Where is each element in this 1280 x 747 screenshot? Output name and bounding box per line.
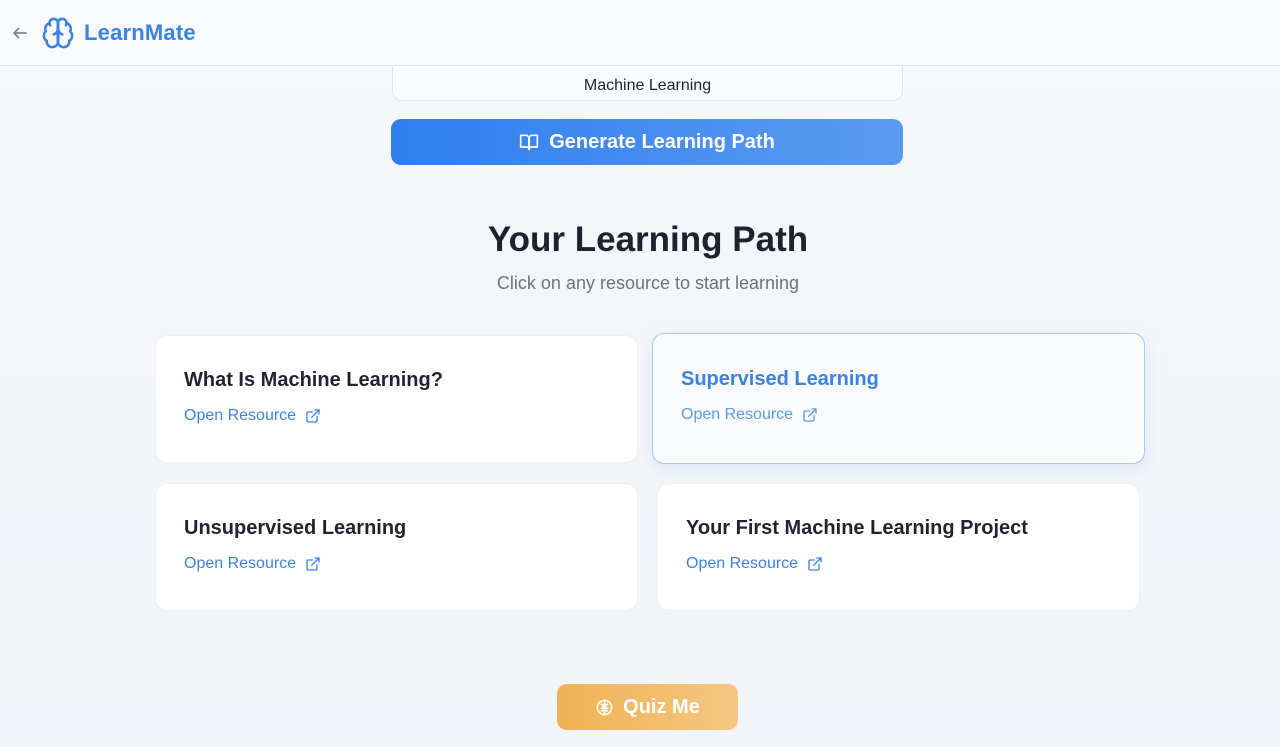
book-open-icon [520, 134, 539, 151]
open-resource-label: Open Resource [184, 555, 297, 572]
resource-title: Your First Machine Learning Project [686, 517, 1028, 539]
generate-learning-path-button[interactable]: Generate Learning Path [391, 119, 903, 165]
external-link-icon [808, 557, 822, 571]
back-button[interactable] [10, 23, 30, 43]
arrow-left-icon [13, 27, 27, 38]
open-resource-label: Open Resource [686, 555, 799, 572]
generate-button-label: Generate Learning Path [549, 130, 775, 153]
open-resource-label: Open Resource [681, 406, 794, 423]
resource-card[interactable]: Unsupervised Learning Open Resource [155, 483, 638, 611]
resource-title: Unsupervised Learning [184, 517, 407, 539]
learning-path-subtitle: Click on any resource to start learning [496, 273, 800, 293]
brain-icon [40, 15, 76, 51]
quiz-me-button[interactable]: Quiz Me [557, 684, 738, 730]
app-name[interactable]: LearnMate [84, 20, 196, 46]
resource-title: Supervised Learning [681, 368, 879, 390]
resource-title: What Is Machine Learning? [184, 369, 443, 391]
external-link-icon [306, 557, 320, 571]
app-header: LearnMate [0, 0, 1280, 66]
brain-icon [596, 699, 613, 715]
learning-path-title: Your Learning Path [487, 220, 809, 259]
open-resource-link[interactable]: Open Resource [184, 555, 321, 573]
external-link-icon [306, 409, 320, 423]
resource-card[interactable]: What Is Machine Learning? Open Resource [155, 335, 638, 463]
external-link-icon [803, 408, 817, 422]
resource-card[interactable]: Supervised Learning Open Resource [652, 333, 1145, 464]
open-resource-label: Open Resource [184, 407, 297, 424]
quiz-button-label: Quiz Me [623, 695, 700, 718]
resource-card[interactable]: Your First Machine Learning Project Open… [657, 483, 1140, 611]
open-resource-link[interactable]: Open Resource [681, 406, 818, 424]
open-resource-link[interactable]: Open Resource [184, 407, 321, 425]
open-resource-link[interactable]: Open Resource [686, 555, 823, 573]
